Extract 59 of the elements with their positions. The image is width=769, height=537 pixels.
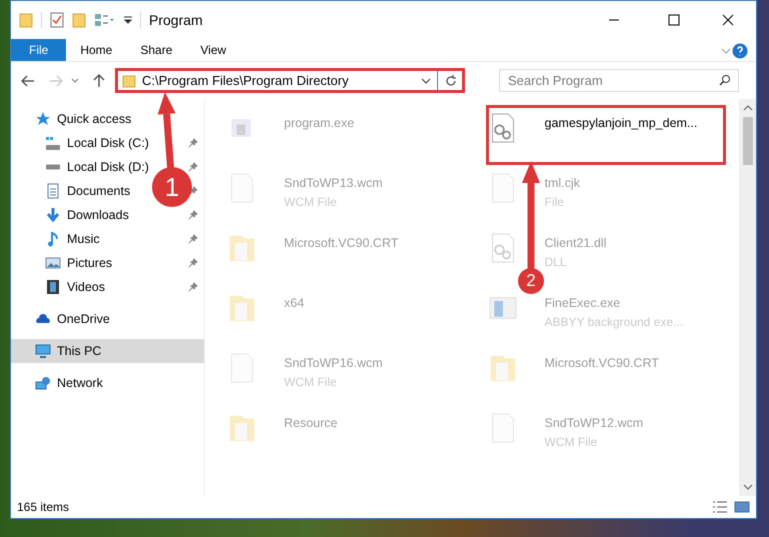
sidebar-item[interactable]: Videos (67, 278, 105, 296)
ribbon-tab[interactable]: View (186, 39, 240, 61)
up-arrow-icon[interactable] (93, 74, 105, 88)
sidebar-item[interactable]: Pictures (67, 254, 112, 272)
document-icon (47, 183, 59, 199)
network-icon (35, 376, 51, 390)
back-arrow-icon[interactable] (21, 74, 35, 86)
pin-icon[interactable] (188, 234, 198, 244)
close-icon[interactable] (722, 14, 734, 26)
cloud-icon (36, 314, 50, 324)
window-title: Program (149, 10, 203, 30)
search-icon (719, 74, 731, 86)
scrollbar-thumb[interactable] (742, 117, 752, 165)
maximize-icon[interactable] (668, 14, 680, 26)
drive-icon (45, 164, 61, 170)
sidebar-item[interactable]: Quick access (57, 110, 132, 128)
chevron-icon[interactable] (742, 482, 752, 492)
file-name: gamespylanjoin_mp_dem... (544, 115, 698, 132)
sidebar-item[interactable]: Local Disk (C:) (67, 134, 149, 152)
folder-icon (122, 74, 136, 88)
pin-icon[interactable] (188, 162, 198, 172)
scrollbar[interactable] (739, 99, 756, 496)
chevron-icon[interactable] (421, 76, 431, 84)
sidebar-item[interactable]: Downloads (67, 206, 129, 224)
monitor-icon (35, 344, 51, 358)
refresh-icon[interactable] (444, 74, 458, 88)
sidebar-item[interactable]: Music (67, 230, 100, 248)
drive-icon (45, 136, 61, 150)
film-icon (47, 280, 59, 294)
music-note-icon (47, 231, 59, 247)
properties-icon[interactable] (94, 13, 116, 27)
pin-icon[interactable] (188, 186, 198, 196)
address-path: C:\Program Files\Program Directory (142, 72, 350, 90)
address-bar[interactable]: C:\Program Files\Program Directory (115, 68, 465, 93)
sidebar-item[interactable]: Documents (67, 182, 130, 200)
checklist-icon[interactable] (50, 12, 64, 28)
star-icon (35, 111, 51, 127)
down-arrow-icon (46, 207, 60, 223)
folder-icon[interactable] (72, 12, 86, 28)
pin-icon[interactable] (188, 210, 198, 220)
folder-icon[interactable] (19, 12, 33, 28)
ribbon-tab[interactable]: File (11, 39, 66, 61)
ribbon-tab[interactable]: Share (126, 39, 186, 61)
file-item[interactable]: gamespylanjoin_mp_dem... (486, 105, 726, 165)
pin-icon[interactable] (188, 282, 198, 292)
dropdown-icon[interactable] (124, 16, 132, 24)
ribbon-tab[interactable]: Home (66, 39, 126, 61)
sidebar-item[interactable]: Network (57, 374, 103, 392)
sidebar-item[interactable]: This PC (11, 339, 204, 363)
details-view-icon[interactable] (712, 500, 728, 514)
item-count: 165 items (17, 499, 70, 516)
chevron-icon[interactable] (742, 103, 752, 113)
picture-icon (45, 257, 61, 269)
sidebar-item[interactable]: OneDrive (57, 310, 110, 328)
large-icons-view-icon[interactable] (734, 500, 750, 514)
pin-icon[interactable] (188, 138, 198, 148)
sidebar-item[interactable]: Local Disk (D:) (67, 158, 149, 176)
search-field[interactable]: Search Program (499, 69, 739, 92)
pin-icon[interactable] (188, 258, 198, 268)
